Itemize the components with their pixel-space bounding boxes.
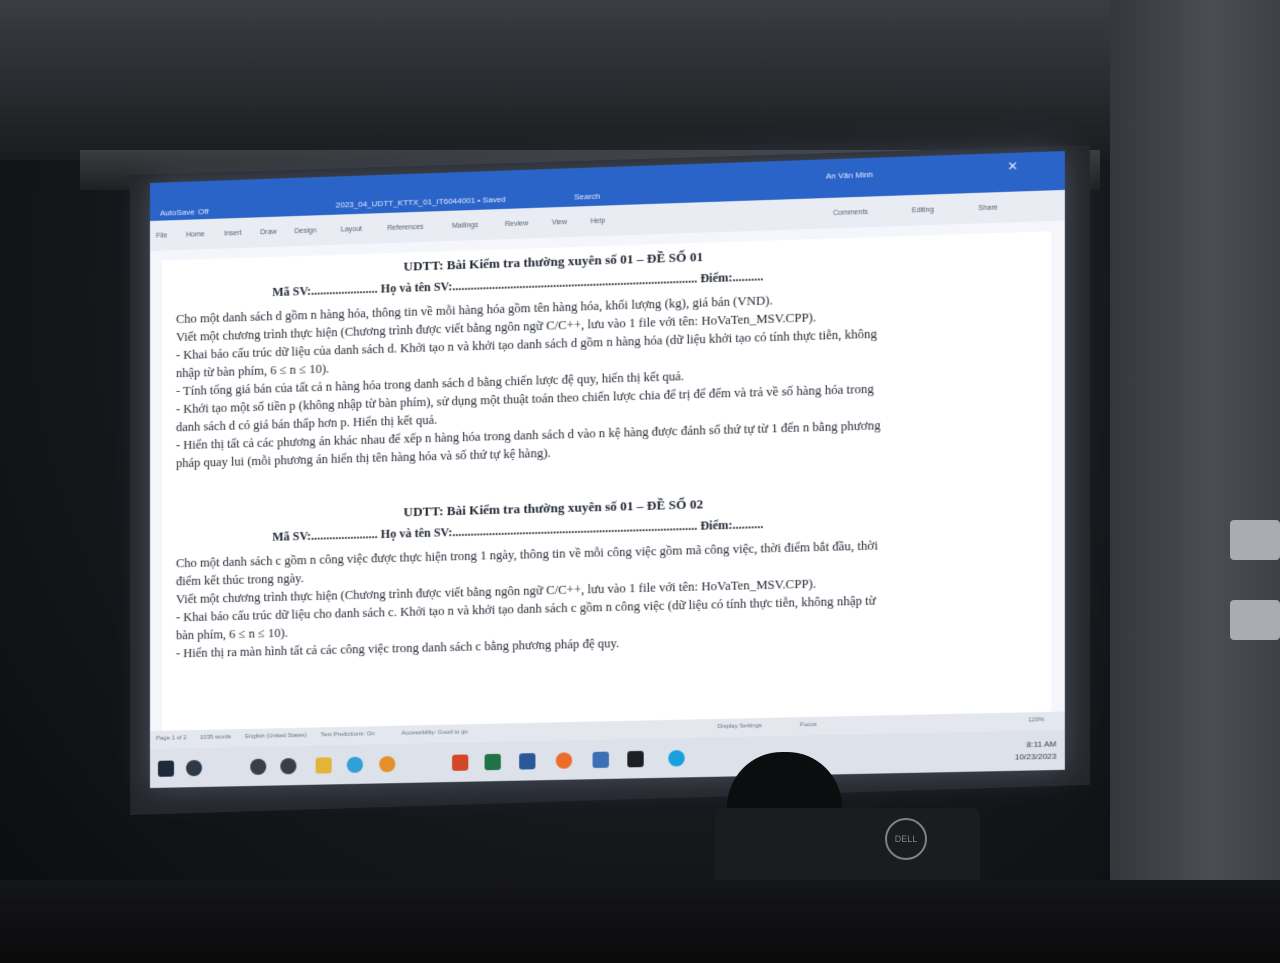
tab-design[interactable]: Design	[294, 227, 316, 235]
word-icon[interactable]	[519, 753, 536, 770]
app-icon[interactable]	[250, 758, 267, 775]
wall-outlet	[1230, 520, 1280, 560]
chrome-icon[interactable]	[379, 755, 396, 773]
tab-home[interactable]: Home	[186, 231, 205, 239]
autosave-state: Off	[198, 206, 209, 217]
tab-insert[interactable]: Insert	[224, 230, 242, 238]
focus-button[interactable]: Focus	[800, 722, 817, 728]
excel-icon[interactable]	[484, 753, 501, 771]
projected-word-window: AutoSave Off 2023_04_UDTT_KTTX_01_IT6044…	[150, 151, 1065, 788]
language: English (United States)	[245, 732, 307, 741]
exam-title-1: UDTT: Bài Kiểm tra thường xuyên số 01 – …	[403, 248, 704, 274]
doc-line: điểm kết thúc trong ngày.	[176, 571, 304, 589]
search-box[interactable]: Search	[574, 192, 600, 202]
zoom-level[interactable]: 120%	[1028, 717, 1044, 723]
close-icon[interactable]: ✕	[1007, 159, 1017, 174]
user-name[interactable]: An Văn Minh	[826, 170, 873, 181]
edge-icon[interactable]	[346, 756, 363, 774]
display-settings[interactable]: Display Settings	[718, 723, 762, 730]
ceiling	[0, 0, 1280, 160]
tab-review[interactable]: Review	[505, 220, 528, 228]
tab-help[interactable]: Help	[591, 218, 606, 226]
doc-line: nhập từ bàn phím, 6 ≤ n ≤ 10).	[176, 361, 330, 381]
folder-icon[interactable]	[315, 757, 332, 774]
student-fields-2: Mã SV:...................... Họ và tên S…	[272, 516, 764, 544]
editing-button[interactable]: Editing	[912, 207, 934, 215]
tab-mailings[interactable]: Mailings	[452, 222, 478, 230]
exam-title-2: UDTT: Bài Kiểm tra thường xuyên số 01 – …	[403, 496, 704, 520]
doc-line: bàn phím, 6 ≤ n ≤ 10).	[176, 625, 289, 643]
tab-file[interactable]: File	[156, 232, 167, 239]
system-clock[interactable]: 8:11 AM 10/23/2023	[1015, 738, 1057, 763]
word-count: 1035 words	[200, 734, 232, 741]
search-icon[interactable]	[186, 759, 203, 777]
comments-button[interactable]: Comments	[833, 209, 868, 217]
tab-layout[interactable]: Layout	[341, 226, 362, 234]
app-icon[interactable]	[280, 757, 297, 775]
clock-time: 8:11 AM	[1026, 739, 1057, 750]
wall-outlet	[1230, 600, 1280, 640]
skype-icon[interactable]	[668, 750, 685, 767]
document-page[interactable]: UDTT: Bài Kiểm tra thường xuyên số 01 – …	[161, 231, 1052, 731]
clock-date: 10/23/2023	[1014, 751, 1057, 762]
autosave-toggle[interactable]: AutoSave	[160, 207, 195, 217]
text-predictions: Text Predictions: On	[320, 731, 375, 739]
tab-references[interactable]: References	[387, 224, 423, 232]
start-icon[interactable]	[157, 760, 174, 777]
dell-logo: DELL	[885, 818, 927, 860]
tab-view[interactable]: View	[552, 219, 567, 227]
tab-draw[interactable]: Draw	[260, 229, 276, 237]
app-icon[interactable]	[592, 751, 609, 769]
share-button[interactable]: Share	[978, 204, 997, 212]
firefox-icon[interactable]	[555, 752, 573, 769]
terminal-icon[interactable]	[627, 750, 644, 768]
powerpoint-icon[interactable]	[452, 754, 469, 771]
wall	[1110, 0, 1280, 963]
document-title[interactable]: 2023_04_UDTT_KTTX_01_IT6044001 • Saved	[336, 195, 506, 210]
accessibility[interactable]: Accessibility: Good to go	[401, 729, 468, 736]
page-count: Page 1 of 2	[155, 735, 187, 742]
desk	[0, 880, 1280, 963]
